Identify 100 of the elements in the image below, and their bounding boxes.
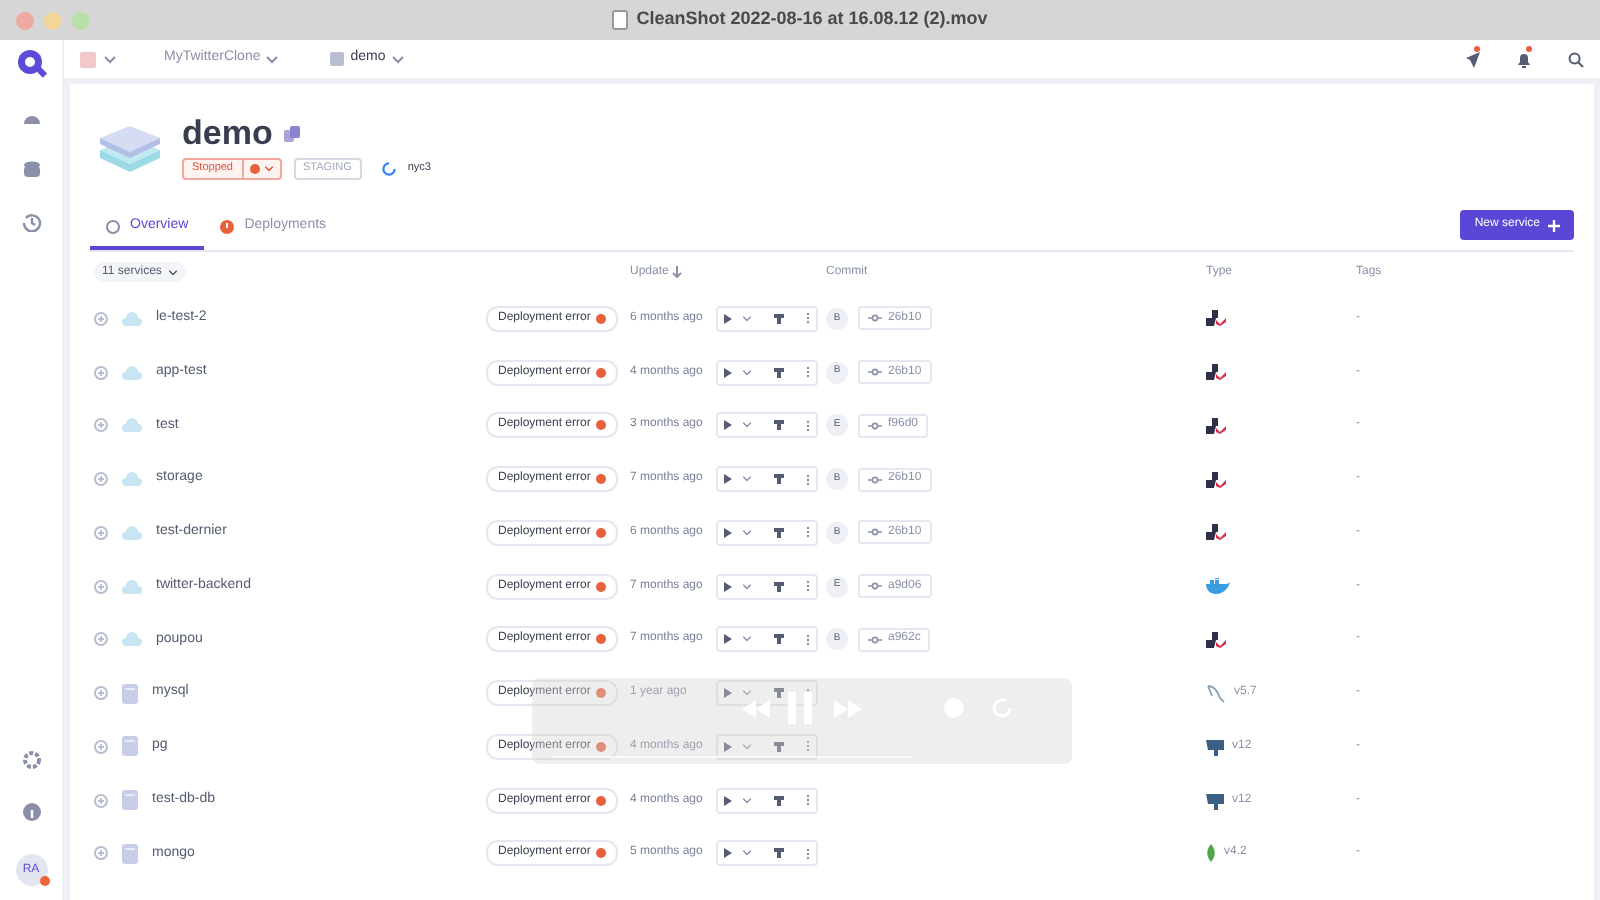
play-icon[interactable] <box>724 474 732 485</box>
environment-icon <box>330 52 345 66</box>
expand-row-icon[interactable] <box>94 793 108 808</box>
play-icon[interactable] <box>724 795 732 806</box>
cloud-icon <box>122 418 142 433</box>
whale-icon <box>1206 578 1230 595</box>
service-actions-toolbar[interactable] <box>716 466 818 493</box>
chevron-down-icon[interactable] <box>742 797 752 804</box>
bell-icon[interactable] <box>1516 51 1532 67</box>
chevron-down-icon <box>167 269 178 275</box>
database-icon <box>122 790 138 811</box>
error-icon <box>596 474 607 485</box>
chevron-down-icon[interactable] <box>742 850 752 857</box>
commit-icon <box>868 475 882 484</box>
document-icon <box>612 10 629 30</box>
settings-icon[interactable] <box>21 750 41 770</box>
play-icon[interactable] <box>724 848 732 859</box>
error-icon <box>596 367 607 378</box>
service-actions-toolbar[interactable] <box>716 733 818 760</box>
error-icon <box>596 313 607 324</box>
error-icon <box>596 741 607 752</box>
play-icon[interactable] <box>724 688 732 699</box>
play-icon[interactable] <box>724 741 732 752</box>
cloud-icon <box>122 472 142 487</box>
cloud-icon <box>122 365 142 380</box>
leaf-icon <box>1206 843 1216 864</box>
database-icon <box>122 736 138 757</box>
error-icon <box>596 634 607 645</box>
app-type-icon <box>1206 417 1226 434</box>
play-icon[interactable] <box>724 527 732 538</box>
commit-icon <box>868 314 882 323</box>
environment-name: demo <box>182 116 273 150</box>
service-actions-toolbar[interactable] <box>716 573 818 600</box>
commit-icon <box>868 582 882 591</box>
database-icon <box>122 843 138 864</box>
cloud-icon <box>122 311 142 326</box>
play-icon[interactable] <box>724 581 732 592</box>
app-type-icon <box>1206 524 1226 541</box>
database-icon[interactable] <box>21 160 41 180</box>
clone-icon[interactable] <box>284 125 301 141</box>
error-icon <box>596 420 607 431</box>
chevron-down-icon[interactable] <box>742 583 752 590</box>
info-icon[interactable] <box>21 802 41 822</box>
chevron-down-icon[interactable] <box>742 636 752 643</box>
play-icon[interactable] <box>724 313 732 324</box>
expand-row-icon[interactable] <box>94 632 108 647</box>
service-actions-toolbar[interactable] <box>716 305 818 332</box>
expand-row-icon[interactable] <box>94 846 108 861</box>
expand-row-icon[interactable] <box>94 739 108 754</box>
app-type-icon <box>1206 471 1226 488</box>
error-icon <box>596 795 607 806</box>
chevron-down-icon[interactable] <box>742 529 752 536</box>
expand-row-icon[interactable] <box>94 418 108 433</box>
app-type-icon <box>1206 631 1226 648</box>
service-actions-toolbar[interactable] <box>716 840 818 867</box>
service-actions-toolbar[interactable] <box>716 412 818 439</box>
chevron-down-icon[interactable] <box>742 690 752 697</box>
expand-row-icon[interactable] <box>94 579 108 594</box>
commit-icon <box>868 368 882 377</box>
logo-icon[interactable] <box>15 48 47 80</box>
loading-spinner-icon <box>381 162 396 176</box>
commit-icon <box>868 528 882 537</box>
chevron-down-icon[interactable] <box>104 55 116 63</box>
window-title: CleanShot 2022-08-16 at 16.08.12 (2).mov <box>636 6 988 33</box>
chevron-down-icon[interactable] <box>742 369 752 376</box>
play-icon[interactable] <box>724 420 732 431</box>
cloud-icon <box>122 579 142 594</box>
service-actions-toolbar[interactable] <box>716 787 818 814</box>
search-icon[interactable] <box>1568 51 1584 67</box>
cloud-icon <box>122 525 142 540</box>
error-icon <box>249 164 259 174</box>
sort-arrow-icon[interactable] <box>672 266 683 278</box>
play-icon[interactable] <box>724 367 732 378</box>
chevron-down-icon[interactable] <box>742 476 752 483</box>
history-icon[interactable] <box>21 212 41 232</box>
expand-row-icon[interactable] <box>94 472 108 487</box>
service-actions-toolbar[interactable] <box>716 519 818 546</box>
play-icon[interactable] <box>724 634 732 645</box>
expand-row-icon[interactable] <box>94 311 108 326</box>
app-type-icon <box>1206 364 1226 381</box>
plus-icon <box>1548 219 1560 231</box>
chevron-down-icon <box>266 55 279 63</box>
expand-row-icon[interactable] <box>94 365 108 380</box>
error-icon <box>596 581 607 592</box>
service-actions-toolbar[interactable] <box>716 626 818 653</box>
database-icon <box>122 683 138 704</box>
error-icon <box>596 688 607 699</box>
chevron-down-icon[interactable] <box>742 422 752 429</box>
error-icon <box>596 848 607 859</box>
commit-icon <box>868 635 882 644</box>
cloud-icon <box>122 632 142 647</box>
chevron-down-icon[interactable] <box>742 743 752 750</box>
app-type-icon <box>1206 310 1226 327</box>
chevron-down-icon <box>263 166 273 172</box>
expand-row-icon[interactable] <box>94 686 108 701</box>
chevron-down-icon <box>391 55 404 63</box>
service-actions-toolbar[interactable] <box>716 359 818 386</box>
chevron-down-icon[interactable] <box>742 315 752 322</box>
error-icon <box>596 527 607 538</box>
expand-row-icon[interactable] <box>94 525 108 540</box>
